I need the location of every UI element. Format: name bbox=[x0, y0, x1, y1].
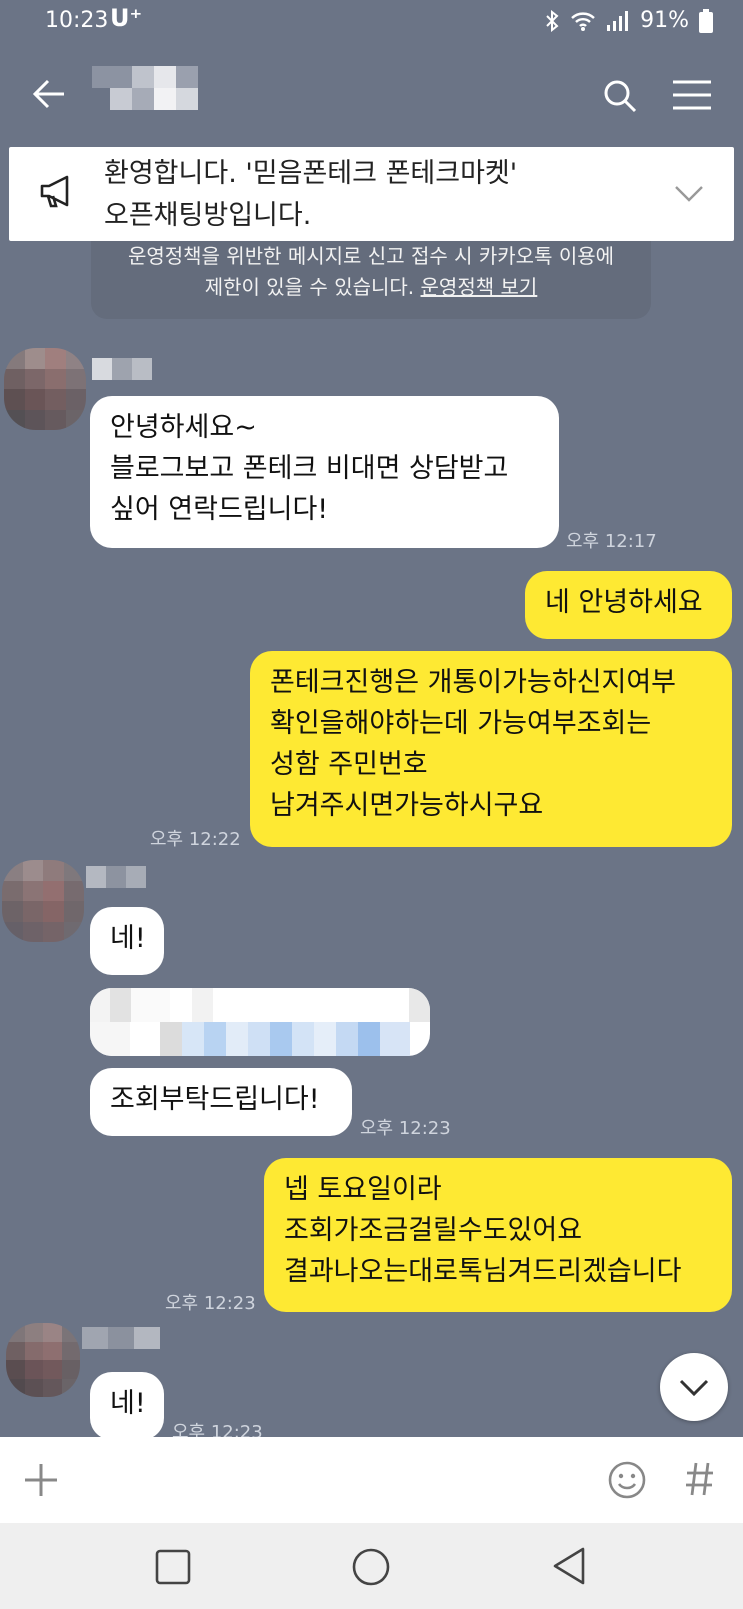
outgoing-message[interactable]: 네 안녕하세요 bbox=[525, 571, 732, 639]
plus-icon[interactable] bbox=[24, 1463, 58, 1497]
home-icon[interactable] bbox=[352, 1548, 390, 1586]
message-time: 오후 12:17 bbox=[566, 531, 657, 552]
avatar[interactable] bbox=[2, 860, 84, 942]
policy-notice: 운영정책을 위반한 메시지로 신고 접수 시 카카오톡 이용에 제한이 있을 수… bbox=[91, 241, 651, 319]
sender-name-blurred bbox=[92, 358, 154, 380]
status-bar: 10:23 U⁺ 91% bbox=[0, 0, 743, 46]
battery-percent: 91% bbox=[640, 8, 689, 33]
bluetooth-icon bbox=[546, 9, 559, 32]
policy-line-1: 운영정책을 위반한 메시지로 신고 접수 시 카카오톡 이용에 bbox=[127, 244, 615, 268]
avatar[interactable] bbox=[6, 1323, 80, 1397]
outgoing-message[interactable]: 폰테크진행은 개통이가능하신지여부 확인을해야하는데 가능여부조회는 성함 주민… bbox=[250, 651, 732, 847]
back-icon[interactable] bbox=[552, 1547, 586, 1585]
recent-apps-icon[interactable] bbox=[155, 1549, 191, 1585]
scroll-down-button[interactable] bbox=[660, 1353, 728, 1421]
message-time: 오후 12:23 bbox=[165, 1293, 256, 1314]
megaphone-icon bbox=[40, 175, 69, 208]
chevron-down-icon bbox=[679, 1379, 709, 1397]
sender-name-blurred bbox=[86, 866, 146, 888]
sender-name-blurred bbox=[82, 1327, 160, 1349]
notice-banner[interactable]: 환영합니다. '믿음폰테크 폰테크마켓' 오픈채팅방입니다. bbox=[9, 147, 734, 241]
chat-header bbox=[0, 46, 743, 146]
incoming-message[interactable]: 조회부탁드립니다! bbox=[90, 1068, 352, 1136]
battery-icon bbox=[699, 8, 713, 33]
carrier-label: U⁺ bbox=[110, 4, 143, 32]
outgoing-message[interactable]: 넵 토요일이라 조회가조금걸릴수도있어요 결과나오는대로톡님겨드리겠습니다 bbox=[264, 1158, 732, 1312]
signal-icon bbox=[607, 10, 629, 31]
incoming-message[interactable]: 네! bbox=[90, 907, 164, 975]
hashtag-icon[interactable] bbox=[685, 1461, 715, 1497]
search-icon[interactable] bbox=[603, 79, 637, 113]
blurred-message[interactable] bbox=[90, 988, 430, 1056]
message-time: 오후 12:22 bbox=[150, 829, 241, 850]
message-time: 오후 12:23 bbox=[360, 1118, 451, 1139]
chat-room-title-blurred bbox=[92, 66, 198, 110]
policy-line-2: 제한이 있을 수 있습니다. bbox=[204, 275, 415, 299]
message-input-bar[interactable] bbox=[0, 1437, 743, 1523]
wifi-icon bbox=[571, 11, 595, 31]
menu-icon[interactable] bbox=[673, 80, 711, 110]
emoji-icon[interactable] bbox=[608, 1461, 646, 1499]
policy-link[interactable]: 운영정책 보기 bbox=[421, 275, 538, 299]
status-time: 10:23 bbox=[45, 8, 109, 33]
avatar[interactable] bbox=[4, 348, 86, 430]
incoming-message[interactable]: 네! bbox=[90, 1372, 164, 1440]
chevron-down-icon[interactable] bbox=[674, 185, 704, 203]
back-arrow-icon[interactable] bbox=[32, 78, 66, 110]
incoming-message[interactable]: 안녕하세요~ 블로그보고 폰테크 비대면 상담받고 싶어 연락드립니다! bbox=[90, 396, 559, 548]
system-nav-bar bbox=[0, 1523, 743, 1609]
notice-line-2: 오픈채팅방입니다. bbox=[104, 200, 312, 231]
notice-line-1: 환영합니다. '믿음폰테크 폰테크마켓' bbox=[104, 158, 518, 189]
